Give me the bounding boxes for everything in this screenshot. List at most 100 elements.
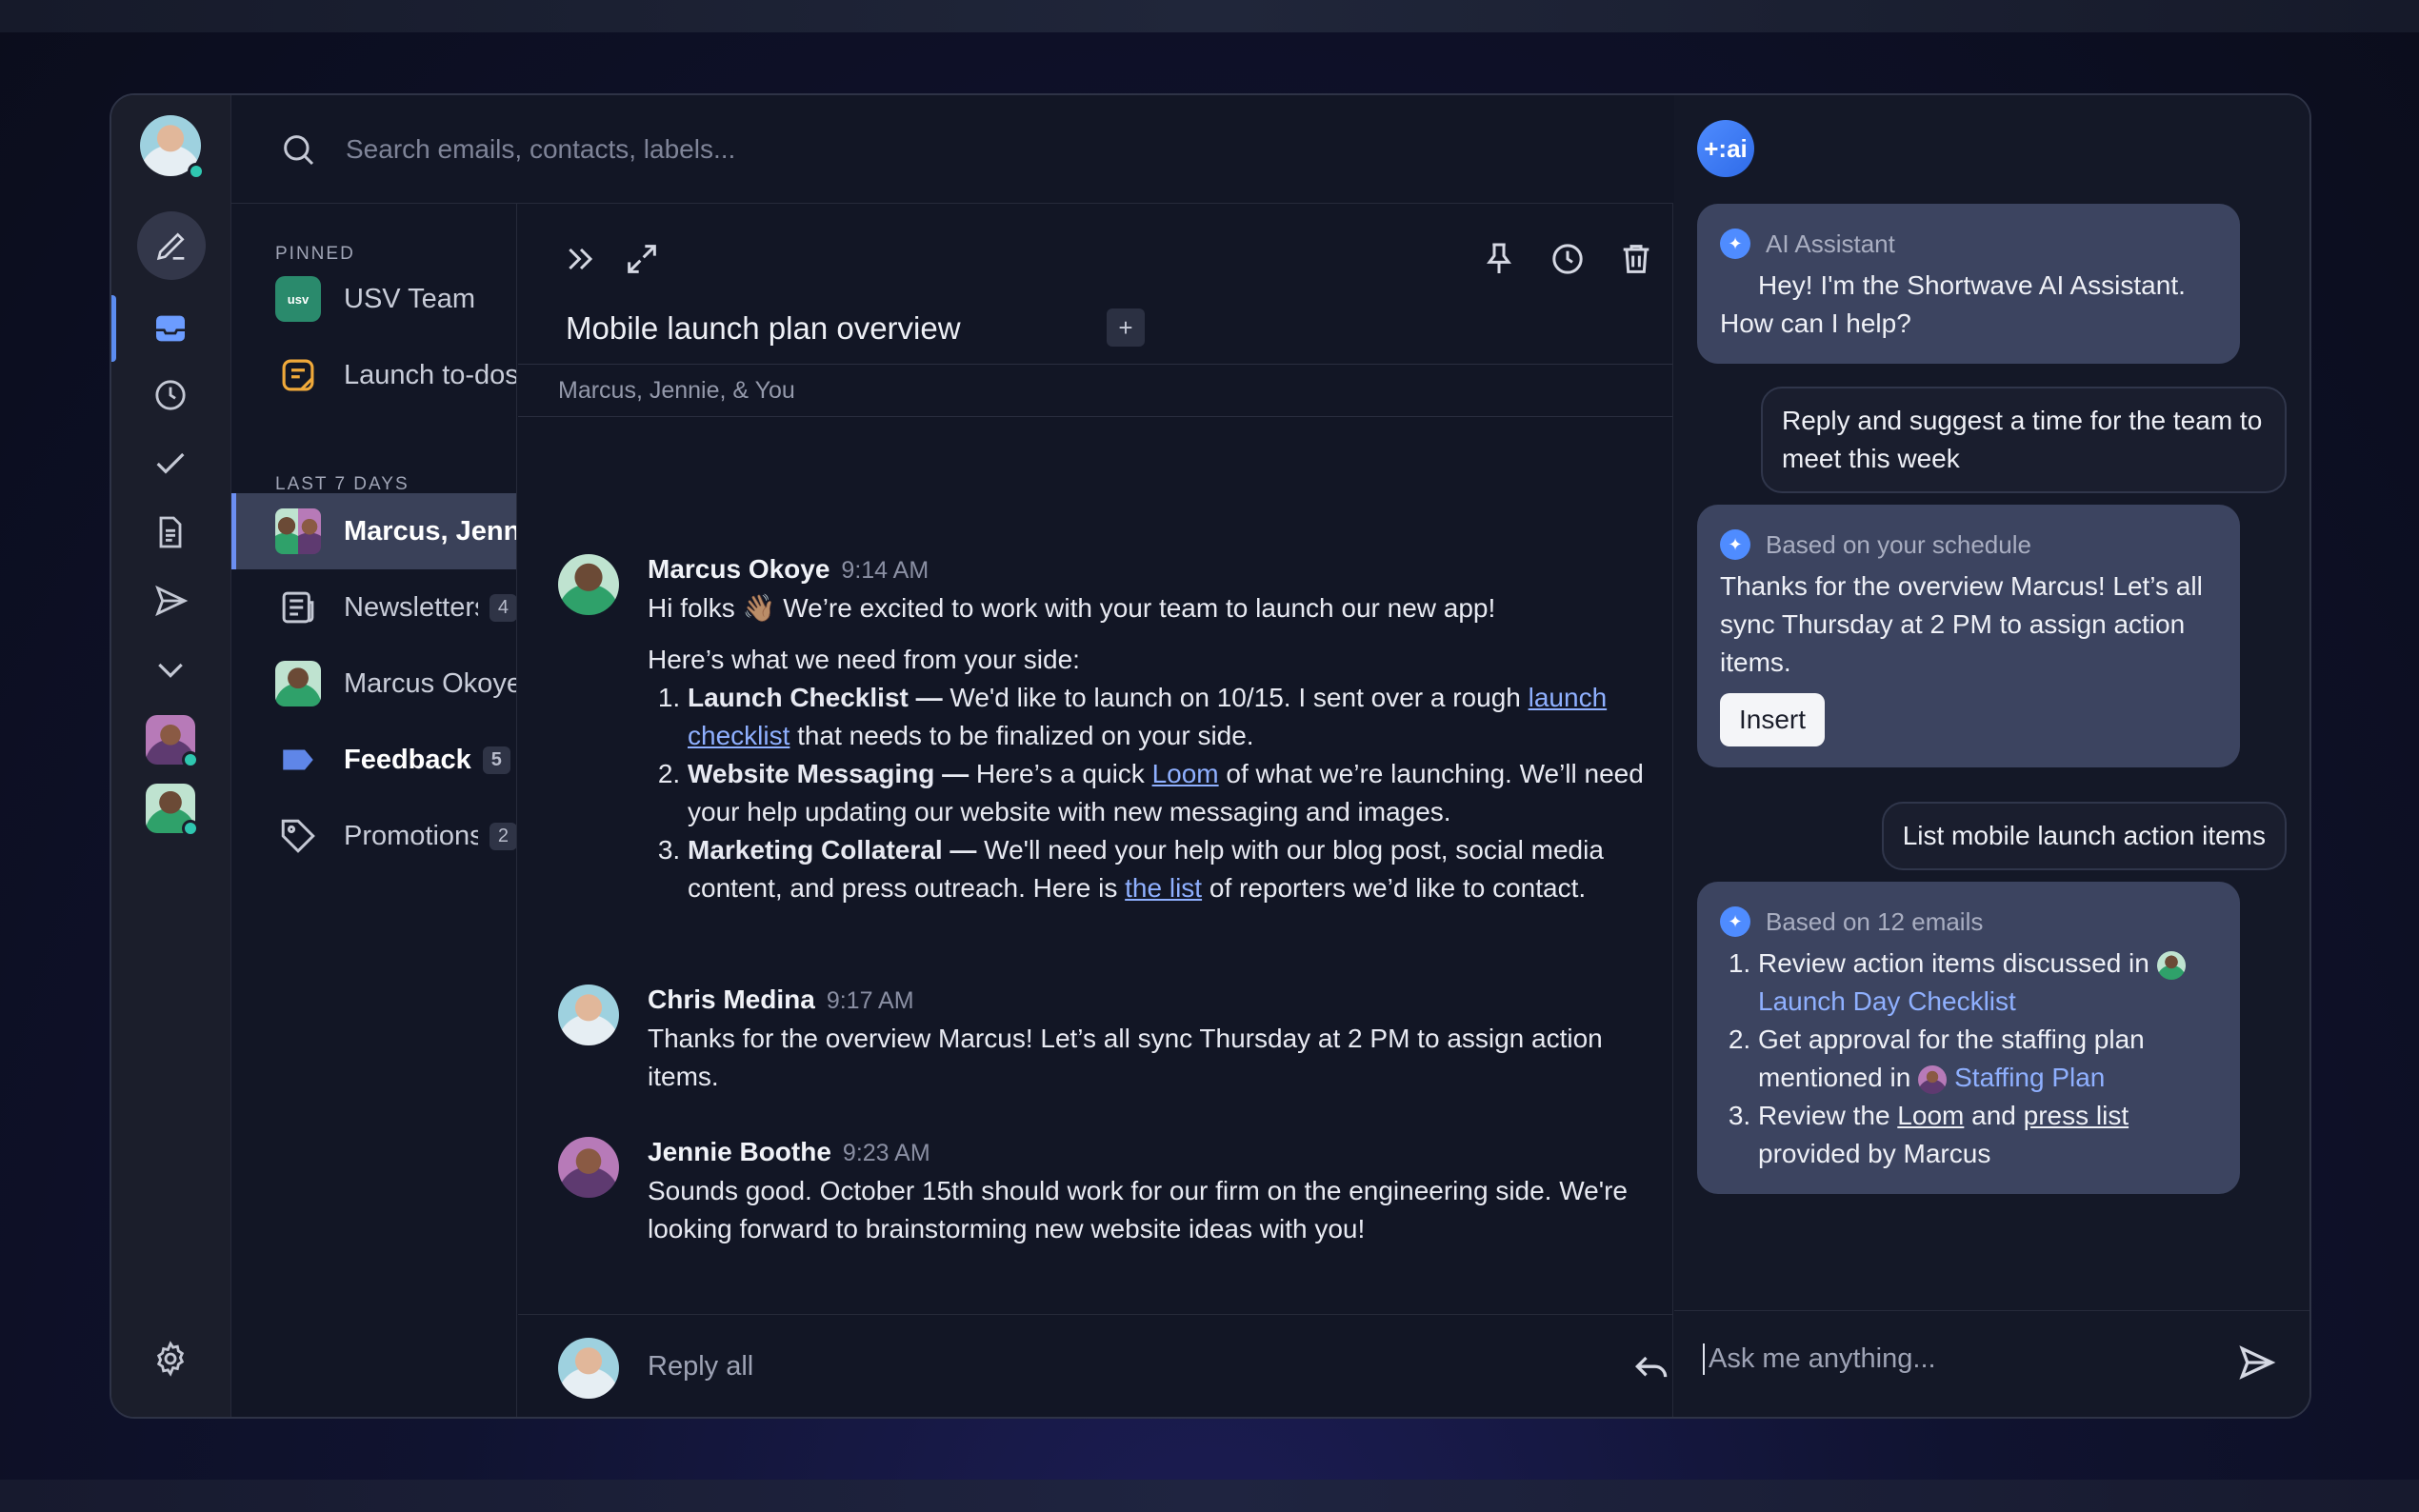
sender-name: Marcus Okoye — [648, 554, 830, 584]
avatar — [2156, 950, 2186, 980]
action-items-list: Review action items discussed in Launch … — [1758, 945, 2217, 1173]
spacer — [1611, 1347, 1653, 1389]
avatar — [558, 1338, 619, 1399]
message-time: 9:23 AM — [842, 1140, 930, 1166]
participants: Marcus, Jennie, & You — [518, 364, 1672, 417]
nav-item-promotions[interactable]: Promotions 2 — [231, 798, 516, 874]
insert-button[interactable]: Insert — [1720, 693, 1826, 746]
settings-button[interactable] — [134, 1329, 207, 1388]
nav-item-label: Feedback — [344, 744, 471, 775]
loom-link[interactable]: Loom — [1897, 1101, 1964, 1130]
more-button[interactable] — [134, 640, 207, 699]
add-label-button[interactable]: + — [1107, 308, 1145, 347]
label-icon — [275, 737, 321, 783]
reply-bar: Reply all — [518, 1314, 1743, 1417]
ai-message-header: Based on your schedule — [1766, 530, 2031, 559]
thread-view: Mobile launch plan overview + Marcus, Je… — [518, 204, 1743, 1417]
list-item: Website Messaging — Here’s a quick Loom … — [688, 755, 1653, 831]
done-button[interactable] — [134, 434, 207, 493]
nav-item-label: Marcus Okoye — [344, 667, 517, 699]
chevron-down-icon — [158, 663, 183, 678]
avatar — [558, 554, 619, 615]
note-icon — [275, 352, 321, 398]
search-icon — [284, 134, 314, 165]
press-list-link[interactable]: press list — [2024, 1101, 2129, 1130]
nav-item-label: Marcus, Jennie — [344, 515, 516, 547]
staffing-plan-link[interactable]: Staffing Plan — [1954, 1063, 2105, 1092]
nav-item-usv-team[interactable]: usv USV Team — [231, 261, 516, 337]
message: Marcus Okoye 9:14 AM Hi folks 👋🏽 We’re ex… — [558, 550, 1653, 907]
online-indicator — [182, 820, 199, 837]
user-avatar[interactable] — [134, 115, 207, 180]
snoozed-button[interactable] — [134, 366, 207, 425]
send-icon[interactable] — [2235, 1342, 2277, 1383]
double-chevron-right-icon — [569, 248, 593, 270]
ai-message-header: Based on 12 emails — [1766, 907, 1984, 936]
collapse-sidebar-button[interactable] — [560, 238, 602, 280]
list-item: Get approval for the staffing plan menti… — [1758, 1021, 2217, 1097]
reporters-list-link[interactable]: the list — [1125, 873, 1202, 903]
inbox-button[interactable] — [134, 299, 207, 358]
message-greeting: Hi folks 👋🏽 We’re excited to work with y… — [648, 593, 1496, 623]
launch-day-checklist-link[interactable]: Launch Day Checklist — [1758, 986, 2016, 1016]
user-message: List mobile launch action items — [1881, 802, 2287, 870]
inbox-icon — [156, 315, 185, 342]
nav-item-newsletters[interactable]: Newsletters 4 — [231, 569, 516, 646]
ai-message: ✦ AI Assistant Hey! I'm the Shortwave AI … — [1697, 204, 2240, 364]
contact-jennie[interactable] — [134, 710, 207, 769]
compose-button[interactable] — [137, 211, 206, 280]
conversation-list: PINNED usv USV Team Launch to-dos LAST 7… — [231, 204, 517, 1417]
nav-item-launch-todos[interactable]: Launch to-dos — [231, 337, 517, 413]
sparkle-icon: ✦ — [1720, 229, 1750, 259]
ai-assistant-panel: +:ai ✦ AI Assistant Hey! I'm the Shortwav… — [1674, 95, 2309, 1417]
count-badge: 5 — [482, 746, 510, 774]
drafts-button[interactable] — [134, 503, 207, 562]
avatar — [275, 661, 321, 706]
done-button[interactable] — [1589, 238, 1630, 280]
nav-item-label: Launch to-dos — [344, 359, 517, 390]
sparkle-icon: ✦ — [1720, 906, 1750, 937]
ai-input[interactable] — [1703, 1343, 2217, 1375]
left-rail — [111, 95, 231, 1417]
nav-item-marcus-okoye[interactable]: Marcus Okoye — [231, 646, 517, 722]
request-list: Launch Checklist — We'd like to launch o… — [688, 679, 1653, 907]
sender-name: Chris Medina — [648, 985, 815, 1014]
snooze-button[interactable] — [1547, 238, 1589, 280]
avatar — [558, 1137, 619, 1198]
list-item: Launch Checklist — We'd like to launch o… — [688, 679, 1653, 755]
clock-icon — [155, 380, 186, 410]
count-badge: 2 — [489, 822, 516, 850]
contact-marcus[interactable] — [134, 779, 207, 838]
expand-button[interactable] — [621, 238, 663, 280]
pin-button[interactable] — [1478, 238, 1520, 280]
user-message: Reply and suggest a time for the team to… — [1761, 387, 2287, 493]
list-item: Marketing Collateral — We'll need your h… — [688, 831, 1653, 907]
sent-button[interactable] — [134, 571, 207, 630]
search-input[interactable] — [346, 133, 1203, 165]
tag-icon — [275, 813, 321, 859]
message: Chris Medina 9:17 AM Thanks for the overv… — [558, 981, 1653, 1096]
nav-item-feedback[interactable]: Feedback 5 — [231, 722, 516, 798]
newsletter-icon — [275, 585, 321, 630]
avatar — [558, 985, 619, 1045]
online-indicator — [182, 751, 199, 768]
group-avatar — [275, 508, 321, 554]
usv-logo: usv — [275, 276, 321, 322]
nav-item-marcus-jennie[interactable]: Marcus, Jennie — [231, 493, 516, 569]
ai-message: ✦ Based on your schedule Thanks for the o… — [1697, 505, 2240, 767]
loom-link[interactable]: Loom — [1152, 759, 1219, 788]
rail-active-indicator — [111, 295, 116, 362]
nav-item-label: Promotions — [344, 820, 478, 851]
avatar — [146, 784, 199, 837]
check-icon — [156, 452, 185, 474]
reply-all-button[interactable]: Reply all — [648, 1351, 753, 1383]
pencil-icon — [156, 232, 185, 261]
ai-message-text: Thanks for the overview Marcus! Let’s al… — [1720, 571, 2203, 677]
message-text: Thanks for the overview Marcus! Let’s al… — [648, 1024, 1603, 1091]
sender-name: Jennie Boothe — [648, 1137, 831, 1166]
expand-icon — [628, 245, 656, 273]
count-badge: 4 — [489, 593, 516, 622]
gear-icon — [156, 1341, 185, 1377]
list-item: Review the Loom and press list provided … — [1758, 1097, 2217, 1173]
nav-item-label: Newsletters — [344, 591, 478, 623]
